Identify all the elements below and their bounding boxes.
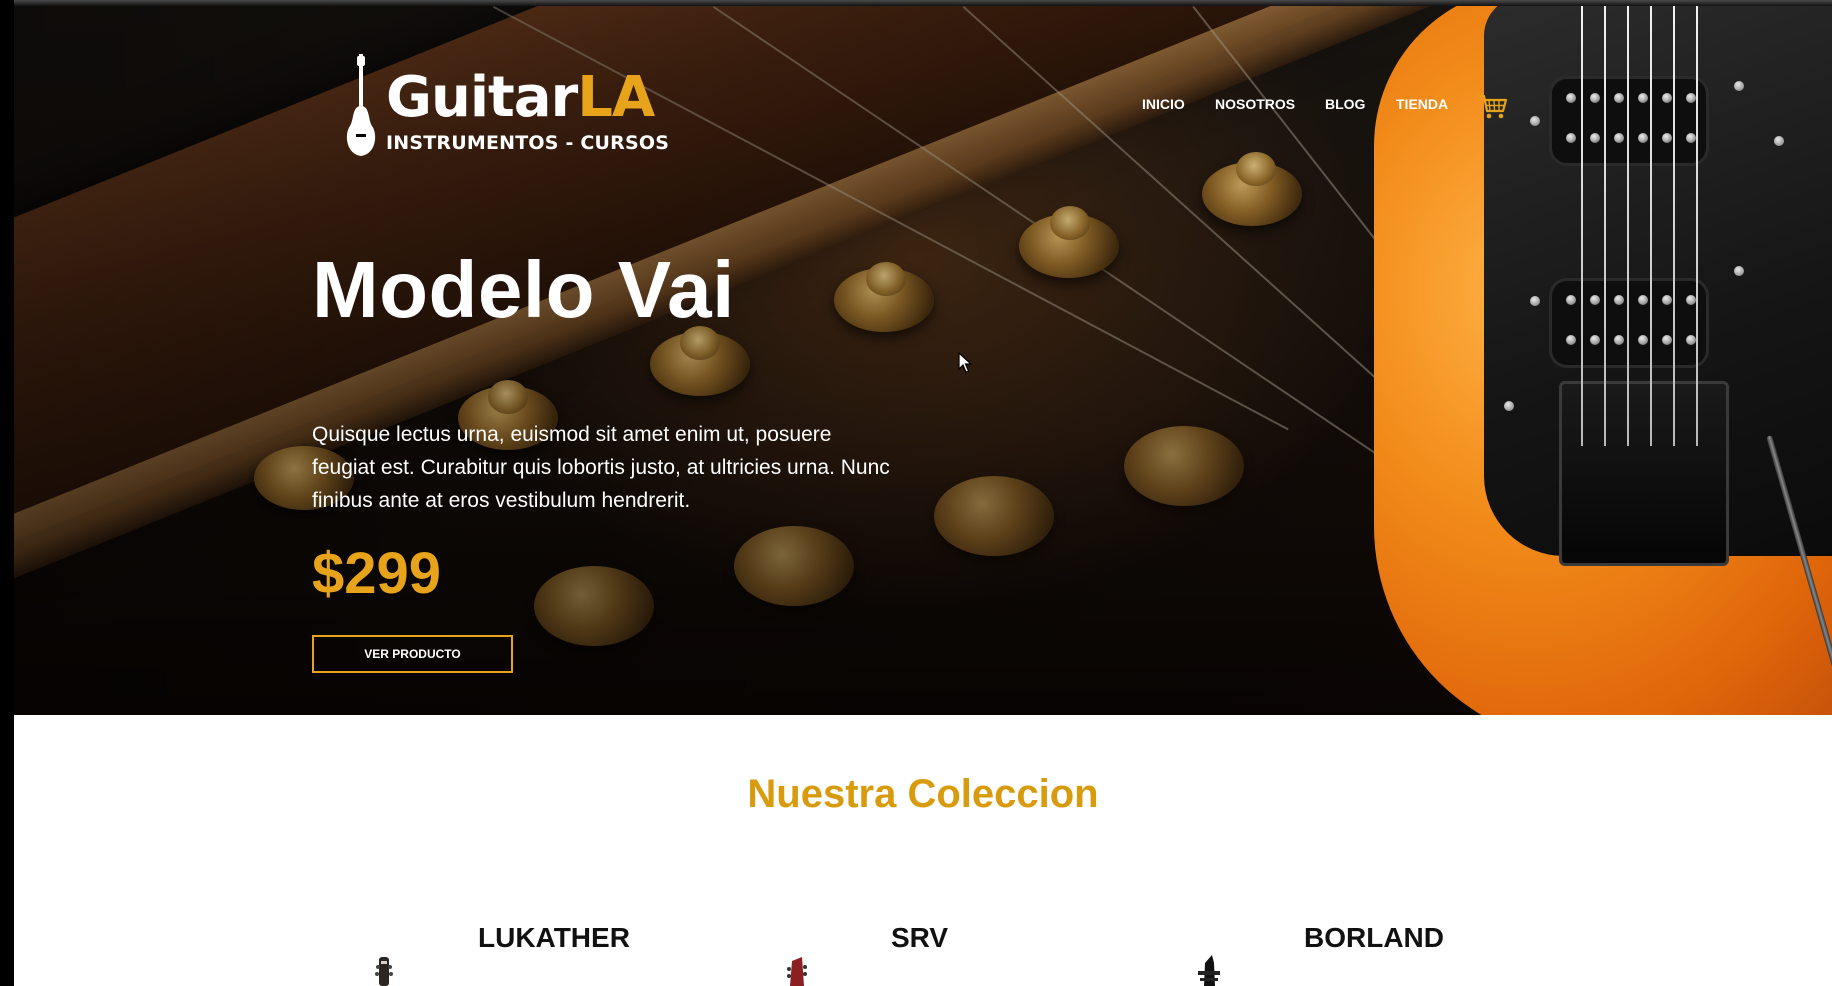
product-name-lukather[interactable]: LUKATHER — [478, 922, 630, 954]
window-left-edge — [0, 0, 14, 986]
view-product-button[interactable]: VER PRODUCTO — [312, 635, 513, 673]
guitar-bridge — [1559, 381, 1729, 566]
product-name-borland[interactable]: BORLAND — [1304, 922, 1444, 954]
page: GuitarLA INSTRUMENTOS - CURSOS INICIO NO… — [0, 0, 1832, 986]
product-name-srv[interactable]: SRV — [891, 922, 948, 954]
hero-title: Modelo Vai — [312, 245, 735, 334]
guitar-icon — [346, 54, 376, 156]
mouse-cursor-icon — [958, 352, 972, 373]
hero-description: Quisque lectus urna, euismod sit amet en… — [312, 423, 890, 512]
nav-item-nosotros[interactable]: NOSOTROS — [1215, 96, 1295, 112]
hero-price: $299 — [312, 541, 442, 606]
collection-title: Nuestra Coleccion — [747, 772, 1099, 816]
nav-item-blog[interactable]: BLOG — [1325, 96, 1365, 112]
brand-tagline: INSTRUMENTOS - CURSOS — [386, 132, 670, 154]
brand-name: GuitarLA — [386, 65, 655, 130]
guitar-pickup — [1549, 76, 1709, 166]
electric-guitar-image — [1334, 6, 1832, 715]
guitar-thumbnail-srv[interactable] — [780, 955, 814, 986]
hero-banner — [14, 6, 1832, 715]
nav-item-tienda[interactable]: TIENDA — [1396, 96, 1448, 112]
guitar-pickup — [1549, 278, 1709, 368]
nav-item-inicio[interactable]: INICIO — [1142, 96, 1185, 112]
cart-icon[interactable] — [1478, 93, 1508, 121]
brand-logo[interactable]: GuitarLA INSTRUMENTOS - CURSOS — [344, 50, 684, 160]
guitar-thumbnail-lukather[interactable] — [367, 955, 401, 986]
guitar-thumbnail-borland[interactable] — [1192, 955, 1226, 986]
